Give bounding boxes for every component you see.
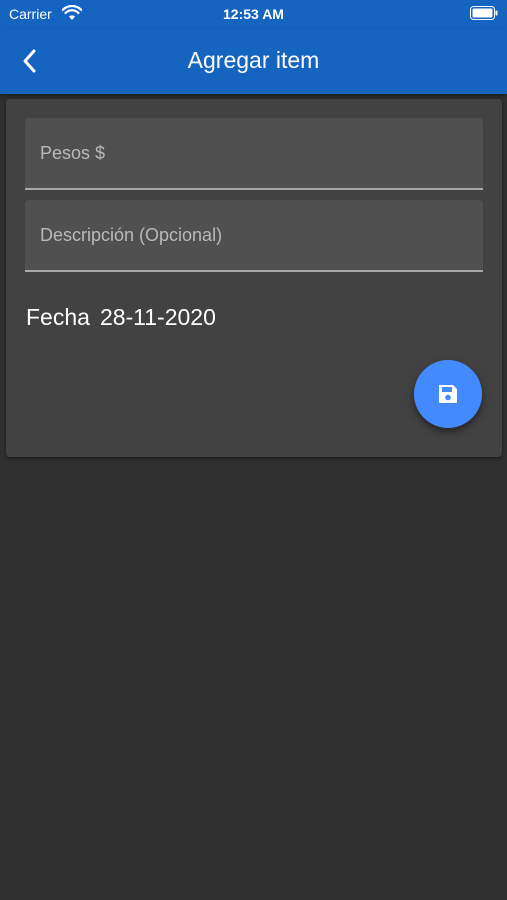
fecha-value[interactable]: 28-11-2020 <box>100 304 216 331</box>
page-title: Agregar item <box>187 47 320 73</box>
date-row[interactable]: Fecha 28-11-2020 <box>26 304 216 331</box>
battery-icon <box>470 6 498 20</box>
status-bar: Carrier 12:53 AM <box>0 0 507 28</box>
fecha-label: Fecha <box>26 304 90 330</box>
app-bar: Agregar item <box>0 28 507 94</box>
back-button[interactable] <box>10 42 48 80</box>
chevron-left-icon <box>23 49 36 73</box>
descripcion-field[interactable] <box>25 200 483 272</box>
status-time: 12:53 AM <box>223 6 284 22</box>
pesos-field[interactable] <box>25 118 483 190</box>
save-icon <box>439 385 457 403</box>
save-button[interactable] <box>414 360 482 428</box>
pesos-input[interactable] <box>25 118 483 188</box>
descripcion-input[interactable] <box>25 200 483 270</box>
form-card: Fecha 28-11-2020 <box>6 99 502 457</box>
